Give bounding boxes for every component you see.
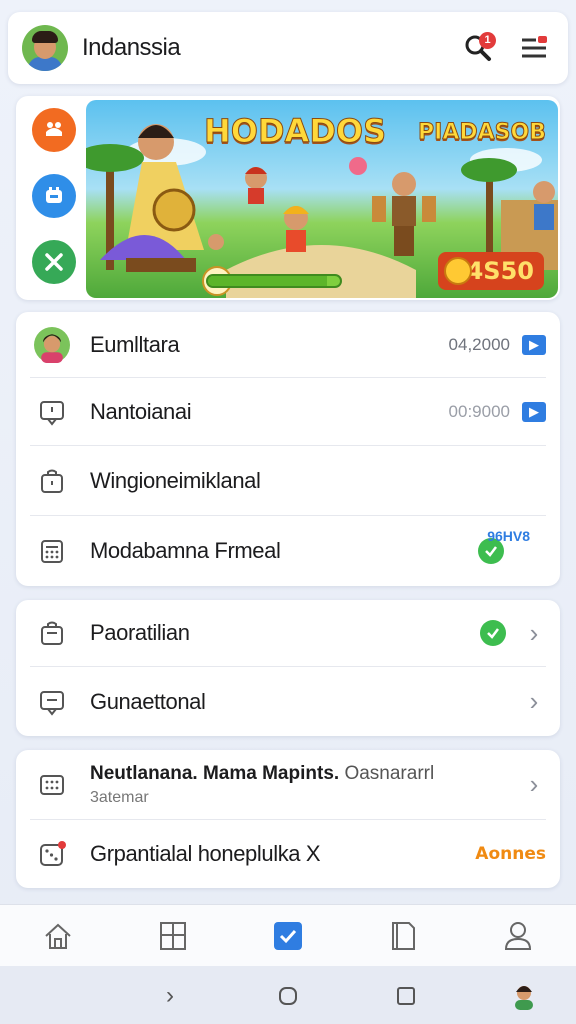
avatar xyxy=(34,326,70,363)
nav-home[interactable] xyxy=(38,916,78,956)
dice-icon xyxy=(34,836,70,872)
row-title-extra: Oasnararrl xyxy=(339,762,435,784)
chevron-right-icon[interactable]: › xyxy=(522,686,546,717)
row-label: Eumlltara xyxy=(90,331,180,357)
orange-chat-icon[interactable] xyxy=(32,108,76,152)
row-label: Gunaettonal xyxy=(90,688,206,714)
menu-settings-button[interactable] xyxy=(514,28,554,68)
profile-icon xyxy=(505,921,532,950)
grid-icon xyxy=(159,921,186,950)
services-list-card: Neutlanana. Mama Mapints. Oasnararrl 3at… xyxy=(16,750,560,888)
row-value: 00:9000 xyxy=(448,401,510,421)
row-label: Modabamna Frmeal xyxy=(90,538,281,563)
avatar-icon[interactable] xyxy=(510,980,538,1010)
green-tools-icon[interactable] xyxy=(32,240,76,284)
list-item[interactable]: Eumlltara 04,2000 ▶ xyxy=(30,312,546,378)
list-item[interactable]: Paoratilian › xyxy=(30,600,546,667)
chevron-right-icon[interactable]: › xyxy=(522,769,546,800)
menu-settings-icon xyxy=(522,36,547,58)
list-item[interactable]: Modabamna Frmeal 96HV8 xyxy=(30,516,546,586)
score-display: 4S50 xyxy=(438,252,544,290)
calculator-icon xyxy=(34,533,70,569)
keypad-icon xyxy=(34,767,70,803)
user-avatar[interactable] xyxy=(22,25,68,71)
list-item[interactable]: Gunaettonal › xyxy=(30,667,546,736)
arrow-right-icon[interactable]: ▶ xyxy=(522,401,546,422)
bag-icon xyxy=(34,463,70,499)
nav-documents[interactable] xyxy=(383,916,423,956)
home-icon xyxy=(44,923,71,949)
game-banner-image[interactable]: HODADOS PIADASOB 4S50 xyxy=(86,100,558,298)
row-value: 04,2000 xyxy=(448,334,510,354)
account-list-card: Eumlltara 04,2000 ▶ Nantoianai 00:9000 ▶… xyxy=(16,312,560,586)
check-icon xyxy=(273,921,302,950)
level-progress-bar xyxy=(206,274,342,288)
bag-icon xyxy=(34,615,70,651)
check-icon xyxy=(480,620,506,646)
score-value: 4S50 xyxy=(466,257,534,285)
chat-bubble-icon xyxy=(34,394,70,430)
row-label: Wingioneimiklanal xyxy=(90,467,261,493)
list-item[interactable]: Wingioneimiklanal xyxy=(30,446,546,516)
row-subtitle: 3atemar xyxy=(90,788,149,806)
featured-game-card: HODADOS PIADASOB 4S50 xyxy=(16,96,560,300)
back-icon[interactable]: › xyxy=(158,982,182,1009)
list-item[interactable]: Neutlanana. Mama Mapints. Oasnararrl 3at… xyxy=(30,750,546,820)
promo-tag: Aonnes xyxy=(475,844,546,864)
recents-icon[interactable] xyxy=(394,984,418,1008)
banner-title-right: PIADASOB xyxy=(418,120,547,146)
search-button[interactable]: 1 xyxy=(458,28,498,68)
row-label: Nantoianai xyxy=(90,398,192,424)
top-app-bar: Indanssia 1 xyxy=(8,12,568,84)
nav-profile[interactable] xyxy=(498,916,538,956)
notification-badge: 1 xyxy=(479,32,496,49)
list-item[interactable]: Grpantialal honeplulka X Aonnes xyxy=(30,820,546,888)
row-text: Neutlanana. Mama Mapints. Oasnararrl 3at… xyxy=(90,763,506,807)
list-item[interactable]: Nantoianai 00:9000 ▶ xyxy=(30,378,546,446)
home-circle-icon[interactable] xyxy=(276,984,300,1008)
nav-grid[interactable] xyxy=(153,916,193,956)
blue-app-icon[interactable] xyxy=(32,174,76,218)
bottom-navigation xyxy=(0,904,576,966)
app-title: Indanssia xyxy=(82,34,181,61)
document-icon xyxy=(392,921,416,950)
system-navigation-bar: › xyxy=(0,966,576,1024)
arrow-right-icon[interactable]: ▶ xyxy=(522,334,546,355)
chat-bubble-icon xyxy=(34,684,70,720)
status-tag: 96HV8 xyxy=(487,528,530,544)
nav-tasks-active[interactable] xyxy=(268,916,308,956)
chevron-right-icon[interactable]: › xyxy=(522,618,546,649)
row-label: Paoratilian xyxy=(90,620,190,645)
row-title: Neutlanana. Mama Mapints. xyxy=(90,762,340,784)
banner-title-left: HODADOS xyxy=(203,112,387,151)
settings-list-card: Paoratilian › Gunaettonal › xyxy=(16,600,560,736)
coin-icon xyxy=(444,257,472,285)
row-label: Grpantialal honeplulka X xyxy=(90,841,321,866)
side-shortcuts xyxy=(22,96,94,300)
